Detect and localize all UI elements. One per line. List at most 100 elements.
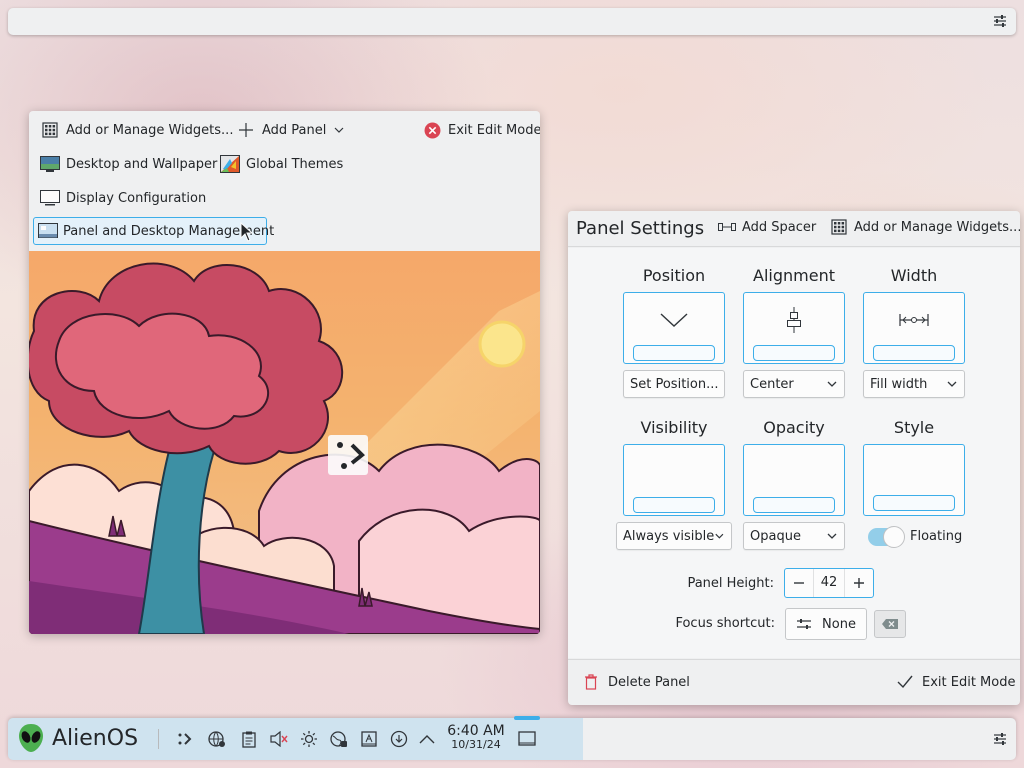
add-widgets-label: Add or Manage Widgets... <box>66 122 234 138</box>
set-position-button[interactable]: Set Position... <box>623 370 725 398</box>
opacity-label: Opacity <box>763 418 825 437</box>
decrease-height-button[interactable] <box>785 569 813 597</box>
add-panel-button[interactable]: Add Panel <box>231 116 348 144</box>
floating-toggle[interactable] <box>868 526 905 548</box>
add-spacer-button[interactable]: Add Spacer <box>718 219 816 235</box>
global-themes-button[interactable]: Global Themes <box>215 150 347 178</box>
chevron-down-icon <box>715 533 724 539</box>
delete-panel-label: Delete Panel <box>608 674 690 690</box>
global-themes-label: Global Themes <box>246 156 344 172</box>
add-panel-label: Add Panel <box>262 122 327 138</box>
digital-clock[interactable]: 6:40 AM 10/31/24 <box>441 724 511 750</box>
brightness-icon[interactable] <box>300 730 318 748</box>
updates-icon[interactable] <box>390 730 408 748</box>
ps-exit-edit-mode-label: Exit Edit Mode <box>922 674 1016 690</box>
close-circle-icon <box>421 121 443 139</box>
plus-icon <box>854 578 864 588</box>
top-panel <box>8 8 1016 35</box>
focus-shortcut-button[interactable]: None <box>785 608 867 640</box>
volume-muted-icon[interactable] <box>270 730 288 748</box>
widgets-icon <box>39 121 61 139</box>
spacer-icon <box>718 219 736 235</box>
panel-height-label: Panel Height: <box>687 576 774 591</box>
expand-tray-icon[interactable] <box>418 730 436 748</box>
chevron-down-icon <box>827 533 837 539</box>
desktop-wallpaper-button[interactable]: Desktop and Wallpaper <box>35 150 221 178</box>
add-spacer-label: Add Spacer <box>742 219 817 235</box>
align-center-icon <box>744 305 844 335</box>
desktop-wallpaper-label: Desktop and Wallpaper <box>66 156 218 172</box>
network-icon[interactable] <box>208 730 226 748</box>
width-select[interactable]: Fill width <box>863 370 965 398</box>
opacity-value: Opaque <box>750 528 801 544</box>
chevron-down-icon <box>947 381 957 387</box>
panel-desktop-management-button[interactable]: Panel and Desktop Management <box>33 217 274 245</box>
visibility-label: Visibility <box>640 418 708 437</box>
clock-time: 6:40 AM <box>447 723 505 739</box>
opacity-select[interactable]: Opaque <box>743 522 845 550</box>
style-label: Style <box>893 418 935 437</box>
clipboard-icon[interactable] <box>240 730 258 748</box>
delete-panel-button[interactable]: Delete Panel <box>582 674 690 690</box>
panel-settings-header: Panel Settings Add Spacer Add or Manage … <box>568 211 1020 247</box>
clock-date: 10/31/24 <box>451 737 501 751</box>
increase-height-button[interactable] <box>845 569 873 597</box>
move-handle-icon[interactable] <box>328 435 368 475</box>
wallpaper-preview-image <box>29 251 540 634</box>
fill-width-icon <box>864 305 964 335</box>
visibility-preview[interactable] <box>623 444 725 516</box>
backspace-clear-icon <box>882 619 898 629</box>
alignment-preview[interactable] <box>743 292 845 364</box>
style-preview[interactable] <box>863 444 965 516</box>
position-preview[interactable] <box>623 292 725 364</box>
monitor-icon <box>39 189 61 207</box>
panel-settings-title: Panel Settings <box>576 218 705 239</box>
panel-settings-footer: Delete Panel Exit Edit Mode <box>568 659 1020 705</box>
chevron-down-icon <box>624 305 724 335</box>
chevron-down-icon <box>334 127 344 133</box>
focus-shortcut-value: None <box>822 616 856 632</box>
edit-mode-toolbox: Add or Manage Widgets... Add Panel Exit … <box>29 111 540 634</box>
mouse-cursor-icon <box>240 222 254 242</box>
exit-edit-mode-label: Exit Edit Mode <box>448 122 540 138</box>
launcher-name: AlienOS <box>52 725 139 751</box>
vpn-globe-icon[interactable] <box>330 730 348 748</box>
widgets-icon <box>830 219 848 235</box>
panel-settings-dialog: Panel Settings Add Spacer Add or Manage … <box>568 211 1020 705</box>
panel-height-value[interactable]: 42 <box>813 569 845 597</box>
alien-logo-icon <box>19 724 43 752</box>
ps-add-widgets-button[interactable]: Add or Manage Widgets... <box>830 219 1020 235</box>
panel-configure-icon[interactable] <box>992 731 1008 747</box>
width-label: Width <box>890 266 938 285</box>
visibility-value: Always visible <box>623 528 715 544</box>
app-launcher-button[interactable]: AlienOS <box>18 723 138 753</box>
panel-height-spinbox: 42 <box>784 568 874 598</box>
exit-edit-mode-button[interactable]: Exit Edit Mode <box>417 116 540 144</box>
shortcut-config-icon <box>797 619 812 629</box>
wallpaper-icon <box>39 155 61 173</box>
visibility-select[interactable]: Always visible <box>616 522 732 550</box>
ps-exit-edit-mode-button[interactable]: Exit Edit Mode <box>896 674 1015 690</box>
ps-add-widgets-label: Add or Manage Widgets... <box>854 219 1020 235</box>
width-value: Fill width <box>870 376 928 392</box>
panel-configure-icon[interactable] <box>992 13 1008 29</box>
opacity-preview[interactable] <box>743 444 845 516</box>
panel-management-icon <box>38 222 58 240</box>
panel-resize-handle[interactable] <box>514 716 540 720</box>
display-config-label: Display Configuration <box>66 190 207 206</box>
show-desktop-icon[interactable] <box>518 730 536 748</box>
kde-connect-icon[interactable] <box>176 730 194 748</box>
alignment-value: Center <box>750 376 794 392</box>
display-config-button[interactable]: Display Configuration <box>35 184 210 212</box>
width-preview[interactable] <box>863 292 965 364</box>
position-label: Position <box>642 266 706 285</box>
alignment-select[interactable]: Center <box>743 370 845 398</box>
add-widgets-button[interactable]: Add or Manage Widgets... <box>35 116 237 144</box>
clear-shortcut-button[interactable] <box>874 610 906 638</box>
panel-separator <box>158 729 159 749</box>
chevron-down-icon <box>827 381 837 387</box>
floating-label: Floating <box>910 529 963 544</box>
notes-icon[interactable] <box>360 730 378 748</box>
bottom-panel: AlienOS 6:40 AM 10/31/24 <box>8 716 1016 760</box>
global-themes-icon <box>219 155 241 173</box>
